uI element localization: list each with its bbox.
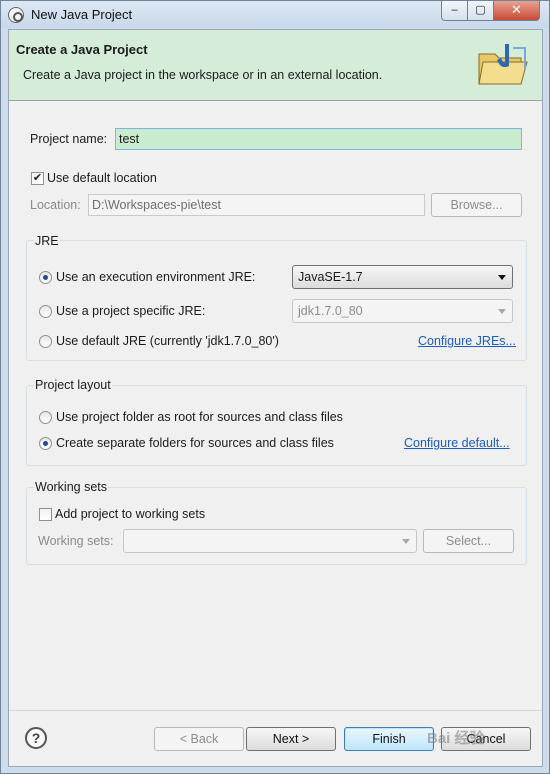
dialog-client-area: Create a Java Project Create a Java proj… (8, 29, 543, 767)
close-button[interactable]: ✕ (493, 1, 540, 21)
window-title: New Java Project (31, 7, 133, 22)
working-sets-group (26, 487, 527, 565)
location-label: Location: (30, 198, 81, 212)
chevron-down-icon (402, 539, 410, 544)
chevron-down-icon (498, 309, 506, 314)
banner-title: Create a Java Project (16, 42, 148, 57)
working-sets-select[interactable] (123, 529, 417, 553)
browse-button[interactable]: Browse... (431, 193, 522, 217)
next-button[interactable]: Next > (246, 727, 336, 751)
project-name-label: Project name: (30, 132, 108, 146)
java-project-folder-icon (478, 44, 528, 85)
jre-specific-radio[interactable] (39, 305, 52, 318)
footer-divider (9, 710, 542, 711)
jre-specific-label: Use a project specific JRE: (56, 304, 206, 318)
back-button[interactable]: < Back (154, 727, 244, 751)
layout-separate-radio[interactable] (39, 437, 52, 450)
configure-jres-link[interactable]: Configure JREs... (418, 334, 516, 348)
execution-environment-select[interactable]: JavaSE-1.7 (292, 265, 513, 289)
finish-button[interactable]: Finish (344, 727, 434, 751)
chevron-down-icon (498, 275, 506, 280)
wizard-banner: Create a Java Project Create a Java proj… (9, 30, 542, 101)
dialog-window: New Java Project – ▢ ✕ Create a Java Pro… (0, 0, 550, 774)
baidu-watermark: Bai 经验 (427, 730, 485, 747)
jre-exec-env-radio[interactable] (39, 271, 52, 284)
working-sets-label: Working sets: (38, 534, 114, 548)
jre-default-radio[interactable] (39, 335, 52, 348)
project-layout-group (26, 385, 527, 466)
execution-environment-value: JavaSE-1.7 (298, 270, 363, 284)
project-name-input[interactable]: test (115, 128, 522, 150)
add-to-working-sets-label: Add project to working sets (55, 507, 206, 521)
project-specific-jre-select[interactable]: jdk1.7.0_80 (292, 299, 513, 323)
maximize-button[interactable]: ▢ (467, 1, 494, 21)
banner-description: Create a Java project in the workspace o… (23, 68, 383, 82)
jre-group-title: JRE (34, 234, 60, 248)
project-layout-group-title: Project layout (34, 378, 112, 392)
add-to-working-sets-checkbox[interactable] (39, 508, 52, 521)
eclipse-icon (8, 7, 24, 23)
use-default-location-label: Use default location (47, 171, 157, 185)
select-working-sets-button[interactable]: Select... (423, 529, 514, 553)
title-bar[interactable]: New Java Project – ▢ ✕ (1, 1, 549, 28)
minimize-button[interactable]: – (441, 1, 468, 21)
help-icon[interactable]: ? (25, 727, 47, 749)
working-sets-group-title: Working sets (34, 480, 109, 494)
layout-root-radio[interactable] (39, 411, 52, 424)
configure-default-link[interactable]: Configure default... (404, 436, 510, 450)
jre-default-label: Use default JRE (currently 'jdk1.7.0_80'… (56, 334, 279, 348)
project-specific-jre-value: jdk1.7.0_80 (298, 304, 363, 318)
use-default-location-checkbox[interactable]: ✔ (31, 172, 44, 185)
location-input[interactable]: D:\Workspaces-pie\test (88, 194, 425, 216)
layout-separate-label: Create separate folders for sources and … (56, 436, 334, 450)
jre-exec-env-label: Use an execution environment JRE: (56, 270, 256, 284)
layout-root-label: Use project folder as root for sources a… (56, 410, 343, 424)
